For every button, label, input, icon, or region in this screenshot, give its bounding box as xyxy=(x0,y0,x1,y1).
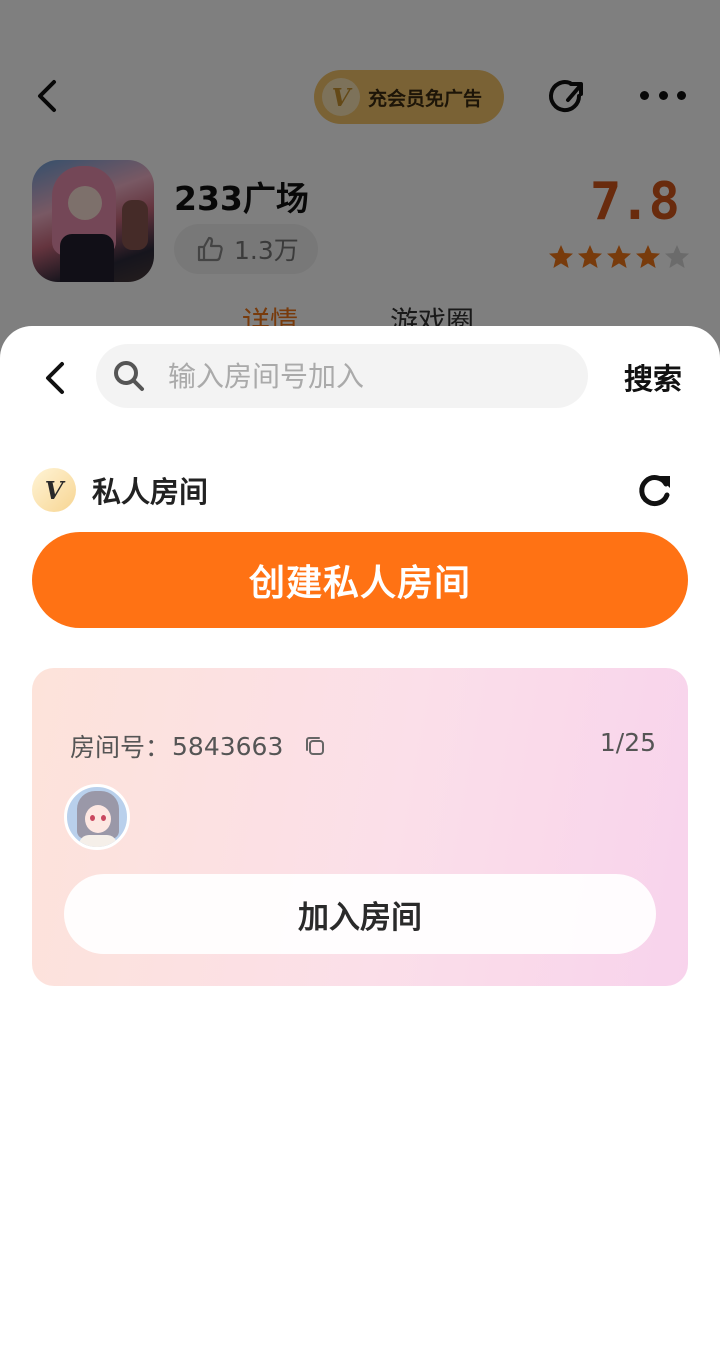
section-title: 私人房间 xyxy=(92,475,209,509)
room-id-row: 房间号： 5843663 xyxy=(70,728,327,764)
copy-icon[interactable] xyxy=(303,734,327,758)
room-search-box[interactable] xyxy=(96,344,588,408)
vip-badge-icon: V xyxy=(32,468,76,512)
room-id-value: 5843663 xyxy=(172,731,284,761)
create-private-room-button[interactable]: 创建私人房间 xyxy=(32,532,688,628)
refresh-icon[interactable] xyxy=(634,470,674,510)
avatar[interactable] xyxy=(64,784,130,850)
private-room-sheet: 搜索 V 私人房间 创建私人房间 房间号： 5843663 1/25 加入房间 xyxy=(0,326,720,1358)
search-icon xyxy=(114,361,144,391)
room-number-input[interactable] xyxy=(168,359,548,393)
join-room-button[interactable]: 加入房间 xyxy=(64,874,656,954)
room-occupancy: 1/25 xyxy=(599,728,656,757)
room-id-label: 房间号： xyxy=(70,733,171,762)
private-room-header: V 私人房间 xyxy=(32,466,688,514)
search-button[interactable]: 搜索 xyxy=(624,356,682,398)
sheet-back-icon[interactable] xyxy=(38,356,72,400)
room-card: 房间号： 5843663 1/25 加入房间 xyxy=(32,668,688,986)
